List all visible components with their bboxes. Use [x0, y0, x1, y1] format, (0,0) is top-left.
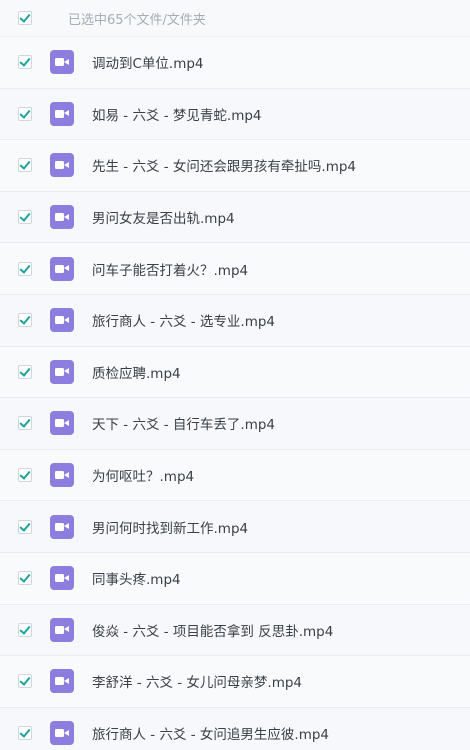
video-file-icon: [50, 721, 74, 746]
file-name[interactable]: 问车子能否打着火？.mp4: [92, 259, 248, 279]
file-name[interactable]: 先生 - 六爻 - 女问还会跟男孩有牵扯吗.mp4: [92, 155, 356, 175]
checkbox-checked-icon[interactable]: [18, 261, 32, 276]
file-name[interactable]: 质检应聘.mp4: [92, 362, 181, 382]
video-file-icon: [50, 411, 74, 436]
file-row[interactable]: 男问女友是否出轨.mp4: [0, 191, 470, 244]
file-name[interactable]: 男问何时找到新工作.mp4: [92, 517, 248, 537]
file-selection-page: 已选中65个文件/文件夹 调动到C单位.mp4 如易 - 六爻 - 梦见青蛇.mp…: [0, 0, 470, 750]
video-file-icon: [50, 256, 74, 281]
file-row[interactable]: 旅行商人 - 六爻 - 女问追男生应彼.mp4: [0, 707, 470, 750]
checkbox-checked-icon[interactable]: [18, 416, 32, 431]
video-file-icon: [50, 153, 74, 178]
video-file-icon: [50, 514, 74, 539]
checkbox-checked-icon[interactable]: [18, 106, 32, 121]
selection-count-text: 已选中65个文件/文件夹: [68, 12, 206, 28]
checkbox-checked-icon[interactable]: [18, 468, 32, 483]
checkbox-checked-icon[interactable]: [18, 674, 32, 689]
file-row[interactable]: 同事头疼.mp4: [0, 552, 470, 605]
selection-header: 已选中65个文件/文件夹: [0, 0, 470, 37]
checkbox-checked-icon[interactable]: [18, 364, 32, 379]
checkbox-checked-icon[interactable]: [18, 571, 32, 586]
file-name[interactable]: 男问女友是否出轨.mp4: [92, 207, 235, 227]
video-file-icon: [50, 566, 74, 591]
file-row[interactable]: 先生 - 六爻 - 女问还会跟男孩有牵扯吗.mp4: [0, 140, 470, 192]
checkbox-checked-icon[interactable]: [18, 726, 32, 741]
file-row[interactable]: 旅行商人 - 六爻 - 选专业.mp4: [0, 294, 470, 347]
video-file-icon: [50, 359, 74, 384]
video-file-icon: [50, 463, 74, 488]
file-row[interactable]: 如易 - 六爻 - 梦见青蛇.mp4: [0, 88, 470, 141]
file-row[interactable]: 俊焱 - 六爻 - 项目能否拿到 反思卦.mp4: [0, 604, 470, 657]
file-name[interactable]: 旅行商人 - 六爻 - 选专业.mp4: [92, 310, 275, 330]
video-file-icon: [50, 50, 74, 75]
file-name[interactable]: 俊焱 - 六爻 - 项目能否拿到 反思卦.mp4: [92, 620, 333, 640]
select-all-checkbox-icon[interactable]: [18, 11, 32, 25]
file-name[interactable]: 调动到C单位.mp4: [92, 52, 204, 72]
video-file-icon: [50, 205, 74, 230]
checkbox-checked-icon[interactable]: [18, 519, 32, 534]
checkbox-checked-icon[interactable]: [18, 622, 32, 637]
file-row[interactable]: 为何呕吐？.mp4: [0, 449, 470, 502]
file-row[interactable]: 问车子能否打着火？.mp4: [0, 243, 470, 295]
video-file-icon: [50, 101, 74, 126]
checkbox-checked-icon[interactable]: [18, 55, 32, 70]
file-row[interactable]: 天下 - 六爻 - 自行车丢了.mp4: [0, 398, 470, 450]
checkbox-checked-icon[interactable]: [18, 210, 32, 225]
file-list: 调动到C单位.mp4 如易 - 六爻 - 梦见青蛇.mp4 先生 - 六爻 - 女问…: [0, 37, 470, 750]
video-file-icon: [50, 669, 74, 694]
video-file-icon: [50, 308, 74, 333]
file-name[interactable]: 如易 - 六爻 - 梦见青蛇.mp4: [92, 104, 262, 124]
file-name[interactable]: 天下 - 六爻 - 自行车丢了.mp4: [92, 413, 275, 433]
file-row[interactable]: 调动到C单位.mp4: [0, 37, 470, 89]
checkbox-checked-icon[interactable]: [18, 313, 32, 328]
file-name[interactable]: 为何呕吐？.mp4: [92, 465, 194, 485]
checkbox-checked-icon[interactable]: [18, 158, 32, 173]
file-name[interactable]: 旅行商人 - 六爻 - 女问追男生应彼.mp4: [92, 723, 329, 743]
file-row[interactable]: 质检应聘.mp4: [0, 346, 470, 399]
file-name[interactable]: 同事头疼.mp4: [92, 568, 181, 588]
video-file-icon: [50, 617, 74, 642]
file-row[interactable]: 男问何时找到新工作.mp4: [0, 501, 470, 553]
file-name[interactable]: 李舒洋 - 六爻 - 女儿问母亲梦.mp4: [92, 671, 302, 691]
file-row[interactable]: 李舒洋 - 六爻 - 女儿问母亲梦.mp4: [0, 656, 470, 708]
